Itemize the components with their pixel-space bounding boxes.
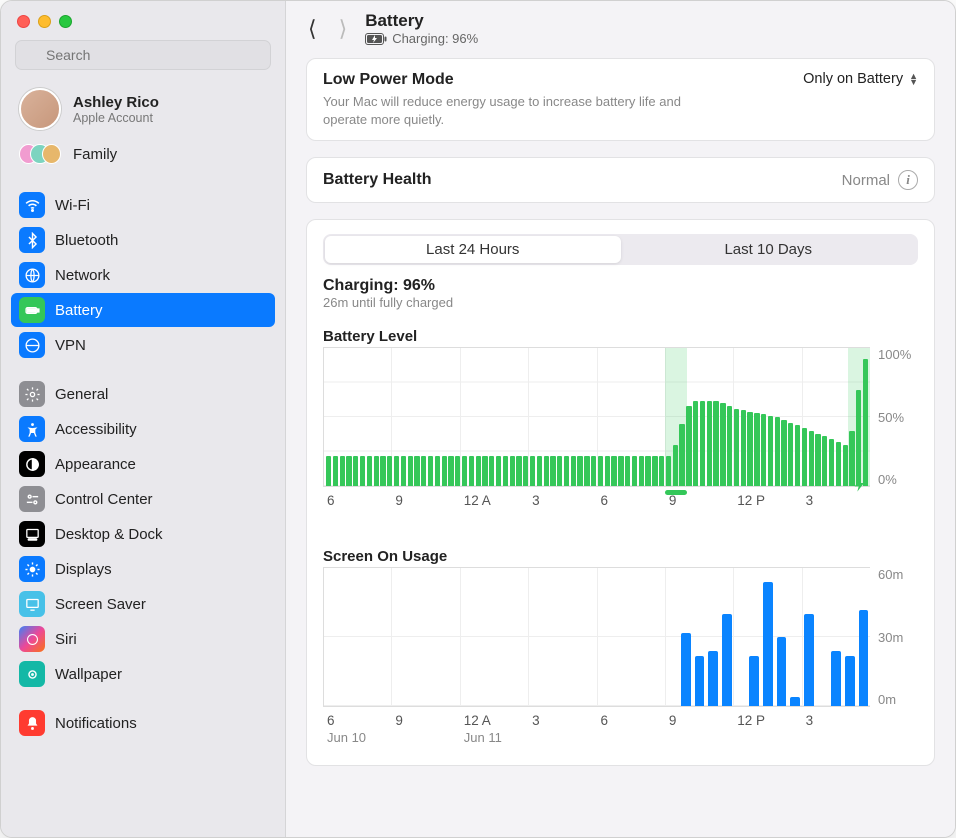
time-range-segmented: Last 24 Hours Last 10 Days — [323, 234, 918, 265]
control-center-icon — [19, 486, 45, 512]
siri-icon — [19, 626, 45, 652]
usage-x-axis: 6912 A36912 P3 — [323, 713, 918, 728]
sidebar-item-network[interactable]: Network — [11, 258, 275, 292]
accessibility-icon — [19, 416, 45, 442]
charging-bolt-icon — [852, 477, 868, 498]
battery-health-title: Battery Health — [323, 171, 431, 189]
appearance-icon — [19, 451, 45, 477]
sidebar-item-displays[interactable]: Displays — [11, 552, 275, 586]
sidebar-label: Battery — [55, 302, 103, 319]
screen-on-title: Screen On Usage — [323, 548, 918, 565]
tab-last-24-hours[interactable]: Last 24 Hours — [325, 236, 621, 263]
nav-forward-button[interactable]: ⟩ — [339, 16, 348, 42]
header: ⟨ ⟩ Battery Charging: 96% — [286, 1, 955, 54]
sidebar-label: Notifications — [55, 715, 137, 732]
sidebar-item-controlcenter[interactable]: Control Center — [11, 482, 275, 516]
settings-window: Ashley Rico Apple Account Family Wi-Fi B… — [0, 0, 956, 838]
account-subtitle: Apple Account — [73, 111, 159, 125]
battery-health-panel: Battery Health Normal i — [306, 157, 935, 203]
page-title: Battery — [365, 11, 478, 31]
screen-on-chart — [323, 567, 870, 707]
low-power-mode-select[interactable]: Only on Battery ▲▼ — [803, 71, 918, 87]
sidebar-item-desktopdock[interactable]: Desktop & Dock — [11, 517, 275, 551]
sidebar-label: Screen Saver — [55, 596, 146, 613]
sidebar-label: Appearance — [55, 456, 136, 473]
sidebar-item-wifi[interactable]: Wi-Fi — [11, 188, 275, 222]
sidebar-item-general[interactable]: General — [11, 377, 275, 411]
charging-status: Charging: 96% — [323, 277, 918, 295]
gear-icon — [19, 381, 45, 407]
window-controls — [1, 1, 285, 40]
sidebar-label: Wallpaper — [55, 666, 122, 683]
low-power-desc: Your Mac will reduce energy usage to inc… — [323, 93, 683, 128]
sidebar-label: VPN — [55, 337, 86, 354]
sidebar-item-account[interactable]: Ashley Rico Apple Account — [11, 80, 275, 138]
tab-last-10-days[interactable]: Last 10 Days — [621, 236, 917, 263]
wifi-icon — [19, 192, 45, 218]
main-content: ⟨ ⟩ Battery Charging: 96% Low Power Mode — [286, 1, 955, 837]
sidebar-item-accessibility[interactable]: Accessibility — [11, 412, 275, 446]
family-avatars — [19, 144, 61, 164]
sidebar-item-screensaver[interactable]: Screen Saver — [11, 587, 275, 621]
sidebar-label: Wi-Fi — [55, 197, 90, 214]
desktop-dock-icon — [19, 521, 45, 547]
battery-level-chart — [323, 347, 870, 487]
close-window-button[interactable] — [17, 15, 30, 28]
info-button[interactable]: i — [898, 170, 918, 190]
sidebar-item-family[interactable]: Family — [11, 138, 275, 174]
bluetooth-icon — [19, 227, 45, 253]
sidebar-item-appearance[interactable]: Appearance — [11, 447, 275, 481]
sidebar-item-wallpaper[interactable]: Wallpaper — [11, 657, 275, 691]
nav-back-button[interactable]: ⟨ — [308, 16, 317, 42]
low-power-mode-panel: Low Power Mode Your Mac will reduce ener… — [306, 58, 935, 141]
sidebar-label: Accessibility — [55, 421, 137, 438]
battery-health-value: Normal — [842, 172, 890, 189]
account-name: Ashley Rico — [73, 94, 159, 111]
screensaver-icon — [19, 591, 45, 617]
header-subtitle: Charging: 96% — [392, 31, 478, 46]
chevron-updown-icon: ▲▼ — [909, 73, 918, 85]
displays-icon — [19, 556, 45, 582]
sidebar-label: Control Center — [55, 491, 153, 508]
date-axis: Jun 10Jun 11 — [323, 730, 918, 745]
wallpaper-icon — [19, 661, 45, 687]
avatar — [19, 88, 61, 130]
usage-panel: Last 24 Hours Last 10 Days Charging: 96%… — [306, 219, 935, 766]
sidebar-item-bluetooth[interactable]: Bluetooth — [11, 223, 275, 257]
sidebar-item-notifications[interactable]: Notifications — [11, 706, 275, 740]
sidebar-label: Bluetooth — [55, 232, 118, 249]
battery-level-title: Battery Level — [323, 328, 918, 345]
minimize-window-button[interactable] — [38, 15, 51, 28]
sidebar-label: Displays — [55, 561, 112, 578]
sidebar-item-battery[interactable]: Battery — [11, 293, 275, 327]
usage-y-axis: 60m30m0m — [870, 567, 918, 707]
low-power-title: Low Power Mode — [323, 71, 683, 89]
battery-y-axis: 100%50%0% — [870, 347, 918, 487]
sidebar-item-siri[interactable]: Siri — [11, 622, 275, 656]
globe-icon — [19, 262, 45, 288]
charging-eta: 26m until fully charged — [323, 295, 918, 310]
bell-icon — [19, 710, 45, 736]
sidebar-label: Desktop & Dock — [55, 526, 163, 543]
battery-x-axis: 6912 A36912 P3 — [323, 493, 918, 508]
sidebar-item-vpn[interactable]: VPN — [11, 328, 275, 362]
low-power-value: Only on Battery — [803, 71, 903, 87]
fullscreen-window-button[interactable] — [59, 15, 72, 28]
vpn-icon — [19, 332, 45, 358]
sidebar-label: Network — [55, 267, 110, 284]
battery-indicator-icon — [365, 33, 387, 45]
sidebar: Ashley Rico Apple Account Family Wi-Fi B… — [1, 1, 286, 837]
family-label: Family — [73, 146, 117, 163]
search-input[interactable] — [15, 40, 271, 70]
battery-icon — [19, 297, 45, 323]
sidebar-label: General — [55, 386, 108, 403]
sidebar-label: Siri — [55, 631, 77, 648]
